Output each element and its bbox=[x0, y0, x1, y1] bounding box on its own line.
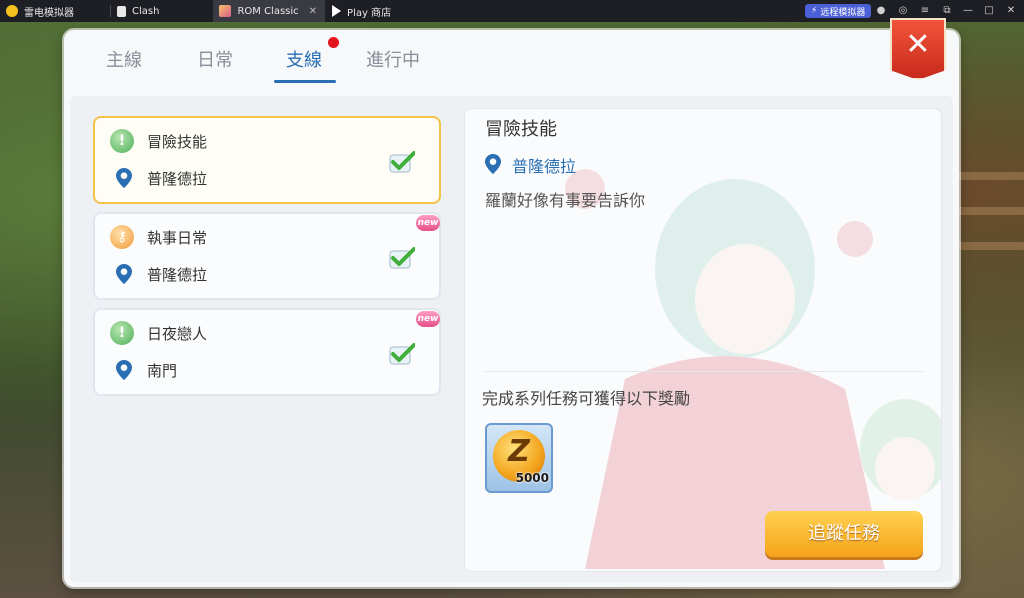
quest-exclamation-icon: ! bbox=[110, 321, 134, 345]
checkmark-icon bbox=[389, 151, 415, 173]
tab-label: ROM Classic bbox=[237, 5, 299, 17]
close-tab-icon[interactable]: ✕ bbox=[309, 6, 317, 17]
clash-app-icon bbox=[117, 5, 126, 17]
character-illustration bbox=[565, 169, 941, 569]
detail-description: 羅蘭好像有事要告訴你 bbox=[485, 191, 646, 210]
screenshot-icon[interactable]: ⧉ bbox=[940, 3, 954, 19]
location-pin-icon bbox=[116, 360, 132, 380]
quest-title: 日夜戀人 bbox=[147, 325, 208, 343]
tab-label: 雷电模拟器 bbox=[24, 7, 74, 19]
ldplayer-logo-icon bbox=[6, 5, 18, 17]
tab-clash[interactable]: Clash bbox=[111, 0, 167, 22]
play-store-icon bbox=[332, 5, 342, 17]
quest-item[interactable]: ⚷ 執事日常 普隆德拉 new bbox=[93, 212, 441, 300]
quest-location: 普隆德拉 bbox=[147, 170, 208, 188]
emulator-titlebar: 雷电模拟器 Clash ROM Classic ✕ Play 商店 ⚡ 远程模拟… bbox=[0, 0, 1024, 22]
remote-label: 远程模拟器 bbox=[820, 7, 866, 18]
rom-classic-app-icon bbox=[219, 5, 232, 17]
close-icon: ✕ bbox=[905, 27, 931, 62]
close-button[interactable]: ✕ bbox=[890, 18, 946, 88]
gamepad-icon[interactable]: ◎ bbox=[896, 3, 910, 19]
checkmark-icon bbox=[389, 247, 415, 269]
quest-title: 冒險技能 bbox=[147, 133, 208, 151]
minimize-icon[interactable]: — bbox=[961, 3, 975, 19]
fence-rail bbox=[954, 242, 1024, 250]
quest-item[interactable]: ! 日夜戀人 南門 new bbox=[93, 308, 441, 396]
divider bbox=[485, 371, 923, 372]
tab-label: Play 商店 bbox=[347, 7, 392, 19]
quest-key-icon: ⚷ bbox=[110, 225, 134, 249]
quest-category-tabs: 主線 日常 支線 進行中 bbox=[64, 30, 894, 92]
quest-detail-pane: 冒險技能 普隆德拉 羅蘭好像有事要告訴你 完成系列任務可獲得以下獎勵 Z 500… bbox=[464, 108, 942, 572]
tab-ldplayer-home[interactable]: 雷电模拟器 bbox=[0, 0, 82, 22]
fence-rail bbox=[954, 207, 1024, 215]
tab-daily[interactable]: 日常 bbox=[197, 46, 233, 72]
quest-title: 執事日常 bbox=[147, 229, 208, 247]
close-window-icon[interactable]: ✕ bbox=[1004, 3, 1018, 19]
location-pin-icon bbox=[485, 154, 501, 174]
tab-in-progress[interactable]: 進行中 bbox=[366, 46, 420, 72]
location-pin-icon bbox=[116, 168, 132, 188]
quest-panel: 主線 日常 支線 進行中 ✕ ! 冒險技能 普隆德拉 ⚷ 執事日常 普隆德拉 n… bbox=[64, 18, 959, 587]
remote-emulator-button[interactable]: ⚡ 远程模拟器 bbox=[805, 4, 872, 18]
tab-label: Clash bbox=[132, 5, 160, 17]
quest-location: 普隆德拉 bbox=[147, 266, 208, 284]
tab-main-quest[interactable]: 主線 bbox=[106, 46, 142, 72]
checkmark-icon bbox=[389, 343, 415, 365]
fence-rail bbox=[954, 172, 1024, 180]
new-badge: new bbox=[416, 215, 440, 231]
notification-dot bbox=[328, 37, 339, 48]
quest-location: 南門 bbox=[147, 362, 178, 380]
location-pin-icon bbox=[116, 264, 132, 284]
reward-zeny-item[interactable]: Z 5000 bbox=[485, 423, 553, 493]
tab-rom-classic[interactable]: ROM Classic ✕ bbox=[213, 0, 326, 22]
lightning-icon: ⚡ bbox=[811, 6, 818, 16]
detail-location-link[interactable]: 普隆德拉 bbox=[512, 153, 576, 177]
reward-amount: 5000 bbox=[515, 471, 549, 485]
quest-item[interactable]: ! 冒險技能 普隆德拉 bbox=[93, 116, 441, 204]
track-quest-button[interactable]: 追蹤任務 bbox=[765, 511, 923, 557]
zeny-z-glyph: Z bbox=[508, 434, 530, 469]
active-tab-indicator bbox=[274, 80, 336, 83]
maximize-icon[interactable]: □ bbox=[982, 3, 996, 19]
tab-side-quest[interactable]: 支線 bbox=[286, 46, 322, 72]
quest-exclamation-icon: ! bbox=[110, 129, 134, 153]
account-icon[interactable]: ● bbox=[874, 3, 888, 19]
detail-title: 冒險技能 bbox=[485, 119, 557, 140]
new-badge: new bbox=[416, 311, 440, 327]
tab-play-store[interactable]: Play 商店 bbox=[325, 0, 399, 22]
menu-icon[interactable]: ≡ bbox=[918, 3, 932, 19]
reward-label: 完成系列任務可獲得以下獎勵 bbox=[482, 389, 691, 408]
